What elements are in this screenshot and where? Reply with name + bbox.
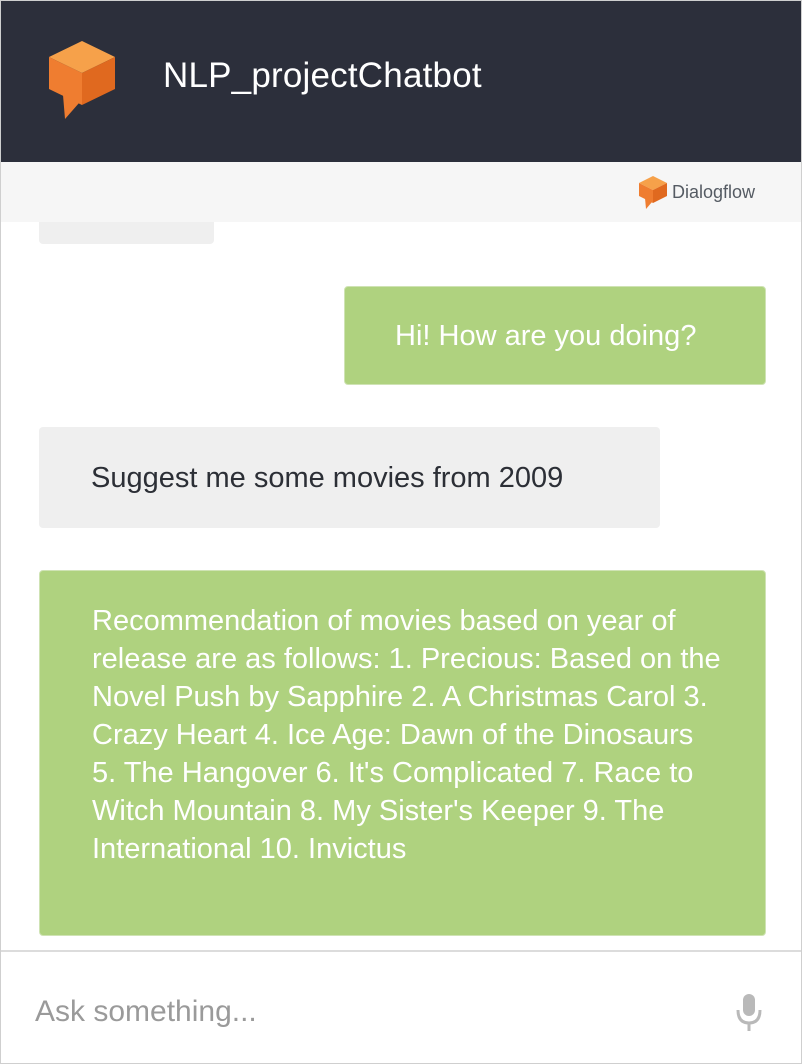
dialogflow-brand-label: Dialogflow <box>672 182 756 202</box>
message-text: Hi! How are you doing? <box>395 320 697 352</box>
user-message: Hi! How are you doing? <box>344 286 766 385</box>
truncated-message-bubble <box>39 222 214 244</box>
dialogflow-logo-icon <box>49 41 115 119</box>
message-text: Recommendation of movies based on year o… <box>92 605 721 865</box>
powered-by-bar: Dialogflow <box>1 162 801 222</box>
message-list[interactable]: Hi! How are you doing? Suggest me some m… <box>1 222 801 950</box>
chat-header: NLP_projectChatbot <box>1 1 801 162</box>
bot-title: NLP_projectChatbot <box>163 56 482 95</box>
message-text: Suggest me some movies from 2009 <box>91 462 564 494</box>
ask-input[interactable] <box>35 990 695 1034</box>
bot-message: Suggest me some movies from 2009 <box>39 427 660 528</box>
microphone-icon[interactable] <box>735 992 763 1034</box>
input-bar <box>1 950 801 1063</box>
user-message: Recommendation of movies based on year o… <box>39 570 766 936</box>
dialogflow-small-logo-icon <box>639 176 667 209</box>
chat-window: NLP_projectChatbot Dialogflow Hi! How ar… <box>0 0 802 1064</box>
